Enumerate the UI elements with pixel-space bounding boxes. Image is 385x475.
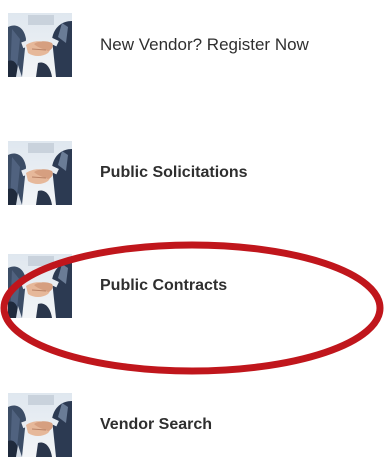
handshake-icon (8, 13, 72, 77)
handshake-icon (8, 141, 72, 205)
handshake-icon (8, 254, 72, 318)
menu-item-label: Vendor Search (100, 416, 213, 433)
menu-item-public-contracts[interactable]: Public Contracts (8, 255, 378, 317)
menu-item-label: New Vendor? Register Now (100, 35, 309, 54)
menu-item-label: Public Contracts (100, 277, 228, 294)
menu-item-vendor-search[interactable]: Vendor Search (8, 394, 378, 456)
menu-item-register[interactable]: New Vendor? Register Now (8, 14, 378, 76)
handshake-icon (8, 393, 72, 457)
menu-item-label: Public Solicitations (100, 164, 248, 181)
menu-item-public-solicitations[interactable]: Public Solicitations (8, 142, 378, 204)
